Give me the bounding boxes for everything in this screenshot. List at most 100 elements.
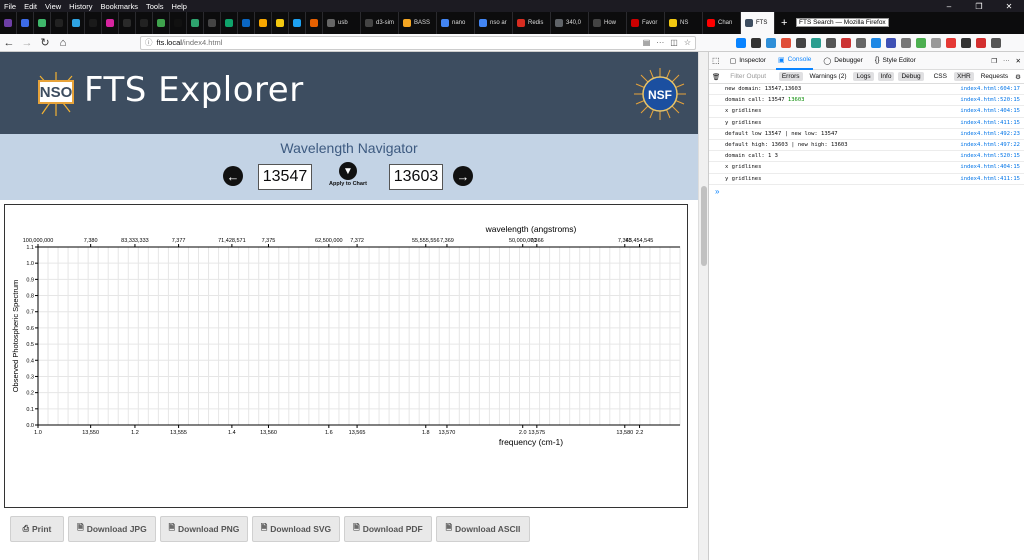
browser-tab[interactable] bbox=[68, 12, 85, 34]
browser-tab[interactable] bbox=[204, 12, 221, 34]
browser-tab[interactable]: FTS bbox=[741, 12, 775, 34]
log-source-link[interactable]: index4.html:404:15 bbox=[960, 108, 1020, 114]
extension-icon[interactable] bbox=[736, 37, 746, 48]
page-scrollbar[interactable] bbox=[698, 52, 708, 560]
extension-icon[interactable] bbox=[781, 37, 791, 48]
log-source-link[interactable]: index4.html:520:15 bbox=[960, 153, 1020, 159]
download-ascii-button[interactable]: 🗎 Download ASCII bbox=[436, 516, 530, 542]
low-wavelength-input[interactable]: 13547 bbox=[258, 164, 312, 190]
log-source-link[interactable]: index4.html:604:17 bbox=[960, 86, 1020, 92]
extension-icon[interactable] bbox=[841, 37, 851, 48]
dock-icon[interactable]: ❐ bbox=[991, 57, 997, 65]
pick-element-icon[interactable]: ⬚ bbox=[712, 56, 720, 65]
filter-info[interactable]: Info bbox=[877, 72, 895, 81]
download-svg-button[interactable]: 🗎 Download SVG bbox=[252, 516, 340, 542]
tab-console[interactable]: ▣ Console bbox=[775, 52, 814, 70]
tab-inspector[interactable]: ▢ Inspector bbox=[728, 52, 768, 70]
browser-tab[interactable] bbox=[34, 12, 51, 34]
extension-icon[interactable] bbox=[856, 37, 866, 48]
pocket-icon[interactable]: ◫ bbox=[670, 38, 678, 47]
menu-bookmarks[interactable]: Bookmarks bbox=[97, 2, 143, 11]
browser-tab[interactable] bbox=[51, 12, 68, 34]
filter-css[interactable]: CSS bbox=[931, 72, 950, 81]
browser-tab[interactable] bbox=[85, 12, 102, 34]
extension-icon[interactable] bbox=[796, 37, 806, 48]
download-jpg-button[interactable]: 🗎 Download JPG bbox=[68, 516, 156, 542]
menu-history[interactable]: History bbox=[65, 2, 96, 11]
browser-tab[interactable] bbox=[170, 12, 187, 34]
filter-warnings[interactable]: Warnings (2) bbox=[807, 72, 850, 81]
browser-tab[interactable]: Redis bbox=[513, 12, 551, 34]
menu-tools[interactable]: Tools bbox=[142, 2, 168, 11]
browser-tab[interactable]: nso ar bbox=[475, 12, 513, 34]
tab-debugger[interactable]: ◯ Debugger bbox=[821, 52, 864, 70]
apply-to-chart-button[interactable]: ▼ Apply to Chart bbox=[326, 162, 370, 188]
print-button[interactable]: ⎙ Print bbox=[10, 516, 64, 542]
filter-xhr[interactable]: XHR bbox=[953, 72, 974, 81]
browser-tab[interactable] bbox=[272, 12, 289, 34]
forward-icon[interactable]: → bbox=[18, 35, 36, 51]
console-prompt[interactable]: » bbox=[709, 185, 1024, 198]
site-info-icon[interactable]: ⓘ bbox=[145, 37, 153, 48]
extension-icon[interactable] bbox=[751, 37, 761, 48]
extension-icon[interactable] bbox=[871, 37, 881, 48]
devtools-menu-icon[interactable]: ··· bbox=[1003, 57, 1010, 65]
log-source-link[interactable]: index4.html:492:23 bbox=[960, 131, 1020, 137]
browser-tab[interactable]: Favor bbox=[627, 12, 665, 34]
tab-style-editor[interactable]: {} Style Editor bbox=[873, 52, 918, 70]
menu-file[interactable]: File bbox=[0, 2, 20, 11]
filter-debug[interactable]: Debug bbox=[898, 72, 924, 81]
browser-tab[interactable]: Chan bbox=[703, 12, 741, 34]
log-source-link[interactable]: index4.html:520:15 bbox=[960, 97, 1020, 103]
extension-icon[interactable] bbox=[901, 37, 911, 48]
browser-tab[interactable] bbox=[136, 12, 153, 34]
menu-help[interactable]: Help bbox=[168, 2, 191, 11]
menu-edit[interactable]: Edit bbox=[20, 2, 41, 11]
filter-errors[interactable]: Errors bbox=[778, 72, 803, 81]
browser-tab[interactable] bbox=[0, 12, 17, 34]
log-source-link[interactable]: index4.html:411:15 bbox=[960, 120, 1020, 126]
browser-tab[interactable] bbox=[119, 12, 136, 34]
browser-tab[interactable] bbox=[102, 12, 119, 34]
extension-icon[interactable] bbox=[826, 37, 836, 48]
extension-icon[interactable] bbox=[916, 37, 926, 48]
previous-range-button[interactable]: ← bbox=[223, 166, 243, 186]
extension-icon[interactable] bbox=[931, 37, 941, 48]
browser-tab[interactable] bbox=[306, 12, 323, 34]
log-source-link[interactable]: index4.html:404:15 bbox=[960, 164, 1020, 170]
browser-tab[interactable] bbox=[187, 12, 204, 34]
extension-icon[interactable] bbox=[961, 37, 971, 48]
extension-icon[interactable] bbox=[946, 37, 956, 48]
browser-tab[interactable]: BASS bbox=[399, 12, 437, 34]
reload-icon[interactable]: ↻ bbox=[36, 35, 54, 51]
new-tab-icon[interactable]: + bbox=[775, 17, 793, 29]
browser-tab[interactable] bbox=[238, 12, 255, 34]
reader-view-icon[interactable]: ▤ bbox=[643, 38, 651, 47]
log-source-link[interactable]: index4.html:411:15 bbox=[960, 176, 1020, 182]
devtools-close-icon[interactable]: ✕ bbox=[1016, 57, 1021, 65]
high-wavelength-input[interactable]: 13603 bbox=[389, 164, 443, 190]
browser-tab[interactable]: d3-sim bbox=[361, 12, 399, 34]
bookmark-star-icon[interactable]: ☆ bbox=[684, 38, 691, 47]
browser-tab[interactable]: 340,0 bbox=[551, 12, 589, 34]
menu-view[interactable]: View bbox=[41, 2, 65, 11]
browser-tab[interactable]: How bbox=[589, 12, 627, 34]
browser-tab[interactable]: usb bbox=[323, 12, 361, 34]
browser-tab[interactable] bbox=[17, 12, 34, 34]
browser-tab[interactable] bbox=[255, 12, 272, 34]
page-actions-icon[interactable]: ··· bbox=[656, 38, 664, 47]
browser-tab[interactable] bbox=[153, 12, 170, 34]
browser-tab[interactable]: NS bbox=[665, 12, 703, 34]
home-icon[interactable]: ⌂ bbox=[54, 35, 72, 51]
extension-icon[interactable] bbox=[976, 37, 986, 48]
back-icon[interactable]: ← bbox=[0, 35, 18, 51]
extension-icon[interactable] bbox=[991, 37, 1001, 48]
close-window-icon[interactable]: ✕ bbox=[994, 2, 1024, 11]
filter-logs[interactable]: Logs bbox=[853, 72, 874, 81]
extension-icon[interactable] bbox=[886, 37, 896, 48]
restore-icon[interactable]: ❐ bbox=[964, 2, 994, 11]
settings-gear-icon[interactable]: ⚙ bbox=[1015, 73, 1021, 81]
url-bar[interactable]: ⓘ fts.local/index4.html ▤ ··· ◫ ☆ bbox=[140, 35, 696, 50]
trash-icon[interactable]: 🗑 bbox=[712, 73, 720, 81]
filter-output-input[interactable]: Filter Output bbox=[730, 73, 775, 80]
